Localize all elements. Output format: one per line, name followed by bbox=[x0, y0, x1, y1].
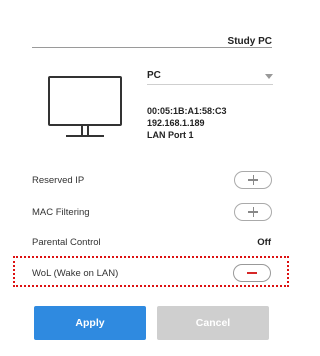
device-name-field[interactable]: Study PC bbox=[32, 28, 272, 48]
monitor-icon bbox=[48, 76, 122, 140]
cancel-button[interactable]: Cancel bbox=[157, 306, 269, 340]
minus-icon bbox=[247, 272, 257, 274]
wol-label: WoL (Wake on LAN) bbox=[32, 268, 119, 279]
lan-port: LAN Port 1 bbox=[147, 130, 194, 140]
chevron-down-icon bbox=[265, 74, 273, 79]
reserved-ip-add-button[interactable] bbox=[234, 171, 272, 189]
mac-filtering-label: MAC Filtering bbox=[32, 207, 90, 218]
device-type-select[interactable]: PC bbox=[147, 67, 273, 85]
device-name-value: Study PC bbox=[227, 36, 272, 47]
mac-address: 00:05:1B:A1:58:C3 bbox=[147, 106, 227, 116]
device-type-value: PC bbox=[147, 70, 161, 81]
parental-control-value: Off bbox=[257, 237, 271, 248]
reserved-ip-label: Reserved IP bbox=[32, 175, 85, 186]
ip-address: 192.168.1.189 bbox=[147, 118, 205, 128]
wol-remove-button[interactable] bbox=[233, 264, 271, 282]
apply-button[interactable]: Apply bbox=[34, 306, 146, 340]
parental-control-label: Parental Control bbox=[32, 237, 101, 248]
mac-filtering-add-button[interactable] bbox=[234, 203, 272, 221]
